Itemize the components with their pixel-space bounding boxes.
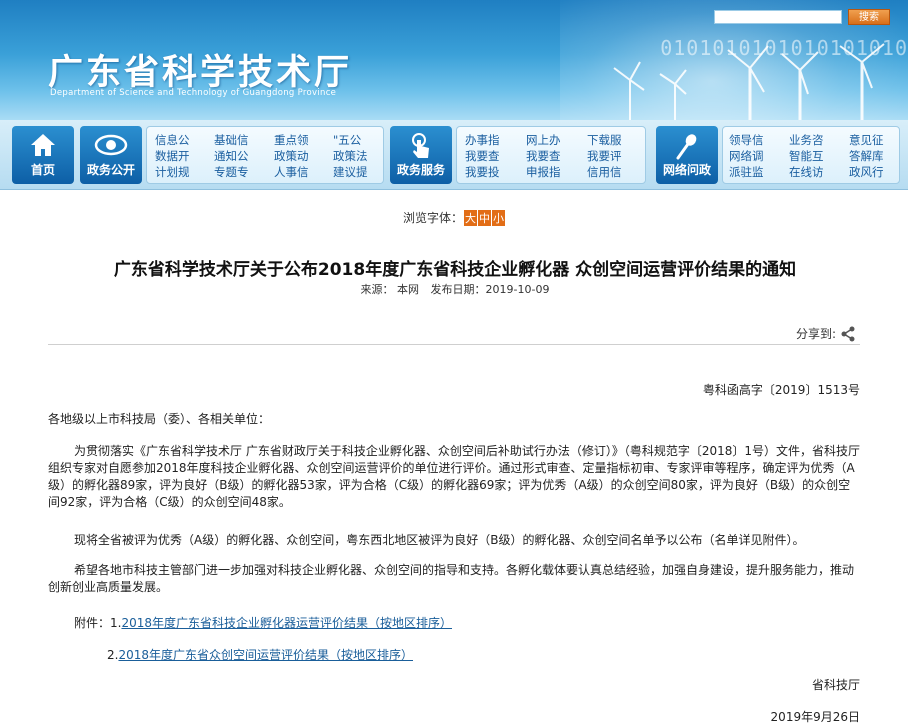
nav-link[interactable]: 答解库 (849, 149, 884, 163)
paragraph-3: 希望各地市科技主管部门进一步加强对科技企业孵化器、众创空间的指导和支持。各孵化载… (48, 563, 855, 594)
nav-link[interactable]: 政策动 (274, 149, 309, 163)
attachment-line-2: 2.2018年度广东省众创空间运营评价结果（按地区排序） (107, 646, 413, 663)
nav-link[interactable]: 业务咨 (789, 133, 824, 147)
nav-gov-service[interactable]: 政务服务 (390, 126, 452, 184)
nav-link[interactable]: 基础信 (214, 133, 249, 147)
font-size-selector: 浏览字体：大中小 (0, 209, 908, 226)
gov-interact-links: 领导信 业务咨 意见征 网络调 智能互 答解库 派驻监 在线访 政风行 (722, 126, 900, 184)
salutation: 各地级以上市科技局（委）、各相关单位： (48, 412, 271, 426)
divider (48, 344, 860, 345)
signature: 省科技厅 (811, 678, 860, 692)
article-publish-date: 发布日期：2019-10-09 (430, 283, 550, 296)
nav-link[interactable]: 在线访 (789, 165, 824, 179)
nav-link[interactable]: 人事信 (274, 165, 309, 179)
nav-gov-interact-label: 网络问政 (662, 163, 711, 177)
font-size-medium[interactable]: 中 (478, 210, 491, 226)
nav-link[interactable]: 通知公 (214, 149, 249, 163)
search-input[interactable] (714, 10, 842, 24)
main-nav: 首页 政务公开 信息公 基础信 重点领 "五公 数据开 通知公 政策动 政策法 … (0, 120, 908, 190)
home-icon (31, 134, 55, 156)
nav-link[interactable]: 我要投 (465, 165, 500, 179)
wind-turbine-decoration (613, 43, 885, 120)
share-icon[interactable] (840, 326, 856, 342)
nav-link[interactable]: 网上办 (526, 133, 561, 147)
nav-link[interactable]: 重点领 (274, 133, 309, 147)
nav-link[interactable]: 下载服 (587, 133, 622, 147)
nav-link[interactable]: 我要查 (526, 149, 561, 163)
attachment-line-1: 附件：1.2018年度广东省科技企业孵化器运营评价结果（按地区排序） (74, 614, 452, 631)
nav-link[interactable]: 专题专 (214, 165, 249, 179)
attachment-link-1[interactable]: 2018年度广东省科技企业孵化器运营评价结果（按地区排序） (121, 616, 452, 630)
nav-link[interactable]: 信用信 (587, 165, 622, 179)
nav-link[interactable]: 派驻监 (729, 165, 764, 179)
nav-link[interactable]: 领导信 (729, 133, 764, 147)
eye-icon (94, 134, 128, 156)
nav-link[interactable]: 计划规 (155, 165, 190, 179)
document-number: 粤科函高字〔2019〕1513号 (702, 383, 860, 397)
nav-link[interactable]: 我要查 (465, 149, 500, 163)
share-widget[interactable]: 分享到: (796, 325, 856, 342)
sign-date: 2019年9月26日 (770, 710, 860, 724)
article-meta: 来源： 本网 发布日期：2019-10-09 (60, 281, 850, 297)
nav-link[interactable]: 网络调 (729, 149, 764, 163)
site-header: 0101010101010101010 广东省科学技术厅 Department … (0, 0, 908, 120)
nav-link[interactable]: 办事指 (465, 133, 500, 147)
gov-service-links: 办事指 网上办 下载服 我要查 我要查 我要评 我要投 申报指 信用信 (456, 126, 646, 184)
nav-link[interactable]: 数据开 (155, 149, 190, 163)
site-subtitle: Department of Science and Technology of … (50, 88, 337, 98)
search-button[interactable]: 搜索 (848, 9, 890, 25)
nav-gov-interact[interactable]: 网络问政 (656, 126, 718, 184)
touch-icon (412, 133, 429, 158)
article-source: 来源： 本网 (360, 283, 420, 296)
nav-link[interactable]: 我要评 (587, 149, 622, 163)
font-size-small[interactable]: 小 (492, 210, 505, 226)
nav-link[interactable]: 政策法 (333, 149, 368, 163)
nav-home-label: 首页 (30, 163, 55, 177)
attachments-label: 附件：1. (74, 616, 122, 630)
font-size-large[interactable]: 大 (464, 210, 477, 226)
nav-gov-open[interactable]: 政务公开 (80, 126, 142, 184)
share-label: 分享到: (795, 327, 836, 341)
font-size-label: 浏览字体： (402, 211, 463, 225)
paragraph-1: 为贯彻落实《广东省科学技术厅 广东省财政厅关于科技企业孵化器、众创空间后补助试行… (48, 444, 860, 509)
nav-link[interactable]: 信息公 (155, 133, 190, 147)
article-title: 广东省科学技术厅关于公布2018年度广东省科技企业孵化器 众创空间运营评价结果的… (113, 260, 797, 280)
gov-open-links: 信息公 基础信 重点领 "五公 数据开 通知公 政策动 政策法 计划规 专题专 … (146, 126, 384, 184)
nav-link[interactable]: "五公 (333, 133, 361, 147)
nav-gov-open-label: 政务公开 (86, 163, 135, 177)
attachment-2-prefix: 2. (107, 648, 119, 662)
attachment-link-2[interactable]: 2018年度广东省众创空间运营评价结果（按地区排序） (118, 648, 413, 662)
microphone-icon (676, 134, 697, 160)
nav-link[interactable]: 建议提 (333, 165, 368, 179)
paragraph-2: 现将全省被评为优秀（A级）的孵化器、众创空间，粤东西北地区被评为良好（B级）的孵… (74, 533, 805, 547)
nav-link[interactable]: 智能互 (789, 149, 824, 163)
nav-home[interactable]: 首页 (12, 126, 74, 184)
nav-gov-service-label: 政务服务 (396, 163, 445, 177)
nav-link[interactable]: 申报指 (526, 165, 561, 179)
nav-link[interactable]: 政风行 (849, 165, 884, 179)
nav-link[interactable]: 意见征 (849, 133, 884, 147)
